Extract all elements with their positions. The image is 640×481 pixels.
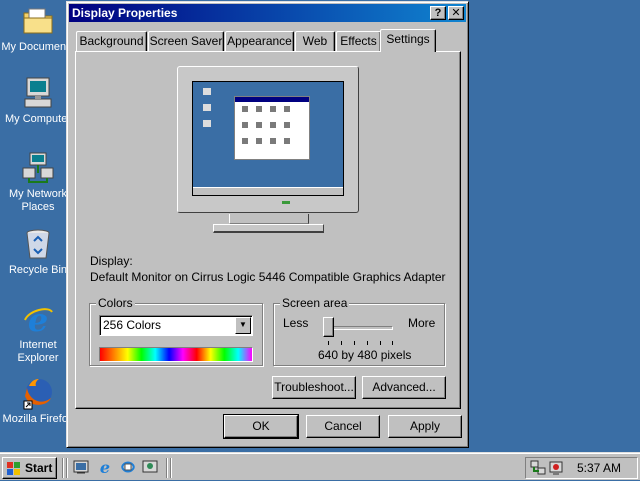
internet-explorer-icon[interactable]: e (97, 458, 113, 477)
monitor-screen (192, 81, 344, 196)
desktop-icon-my-documents[interactable]: My Documents (0, 4, 76, 54)
mini-taskbar (193, 187, 343, 195)
power-led-icon (282, 201, 290, 204)
colors-group: Colors 256 Colors ▼ (89, 296, 263, 366)
screen-area-track (327, 326, 393, 330)
title-bar[interactable]: Display Properties ? ✕ (69, 4, 466, 22)
apply-button[interactable]: Apply (388, 415, 462, 438)
chevron-down-icon[interactable]: ▼ (235, 317, 251, 334)
clock: 5:37 AM (576, 461, 621, 475)
recycle-bin-icon (21, 227, 55, 261)
mini-desktop-icons (203, 88, 211, 127)
tab-background[interactable]: Background (76, 31, 147, 51)
desktop-icon-label: Mozilla Firefox (2, 413, 74, 425)
colors-selected: 256 Colors (103, 318, 162, 332)
desktop-icon-my-computer[interactable]: My Computer (0, 76, 76, 126)
color-spectrum-bar (99, 347, 253, 362)
windows-logo-icon (7, 461, 21, 481)
display-adapter-text: Default Monitor on Cirrus Logic 5446 Com… (90, 270, 446, 284)
ok-button[interactable]: OK (223, 414, 299, 439)
outlook-express-icon[interactable] (120, 459, 136, 475)
advanced-button[interactable]: Advanced... (362, 376, 446, 399)
desktop-icon-mozilla-firefox[interactable]: Mozilla Firefox (0, 376, 76, 426)
desktop-icon-label: My Network Places (8, 188, 68, 213)
desktop-icon-recycle-bin[interactable]: Recycle Bin (0, 227, 76, 277)
tab-screen-saver[interactable]: Screen Saver (148, 31, 224, 51)
svg-text:e: e (100, 459, 110, 475)
media-icon[interactable] (142, 459, 158, 475)
computer-icon (21, 76, 55, 110)
desktop-icon-my-network-places[interactable]: My Network Places (0, 151, 76, 214)
display-settings-tray-icon[interactable] (548, 460, 564, 476)
help-button[interactable]: ? (430, 6, 446, 20)
display-label: Display: (90, 254, 133, 268)
tab-settings[interactable]: Settings (380, 29, 436, 52)
desktop-icon-label: Recycle Bin (8, 264, 68, 276)
screen-area-group: Screen area Less More 640 by 480 pixels (273, 296, 445, 366)
start-label: Start (25, 461, 53, 475)
screen-area-slider[interactable] (323, 317, 334, 337)
tab-appearance[interactable]: Appearance (225, 31, 294, 51)
start-button[interactable]: Start (2, 457, 57, 479)
monitor-base (213, 224, 324, 233)
desktop-icon-label: Internet Explorer (17, 339, 59, 364)
desktop-icon-label: My Documents (1, 41, 75, 53)
screen-area-value: 640 by 480 pixels (318, 348, 412, 362)
monitor-preview (177, 66, 359, 213)
cancel-button[interactable]: Cancel (306, 415, 380, 438)
tab-web[interactable]: Web (295, 31, 335, 51)
folder-documents-icon (21, 4, 55, 38)
window-title: Display Properties (72, 6, 178, 20)
close-button[interactable]: ✕ (448, 6, 464, 20)
colors-dropdown[interactable]: 256 Colors ▼ (99, 315, 253, 336)
screen-area-legend: Screen area (280, 296, 350, 310)
network-status-icon[interactable] (530, 460, 546, 476)
network-places-icon (21, 151, 55, 185)
less-label: Less (283, 316, 309, 330)
more-label: More (408, 316, 436, 330)
firefox-icon (21, 376, 55, 410)
display-properties-window: Display Properties ? ✕ Background Screen… (66, 1, 469, 448)
troubleshoot-button[interactable]: Troubleshoot... (272, 376, 356, 399)
mini-window (234, 96, 310, 160)
show-desktop-icon[interactable] (73, 459, 89, 475)
svg-text:e: e (28, 302, 48, 336)
taskbar: Start e 5:37 AM (0, 452, 640, 480)
desktop-icon-internet-explorer[interactable]: e Internet Explorer (0, 301, 76, 365)
monitor-stand (229, 214, 309, 224)
desktop-icon-label: My Computer (4, 113, 72, 125)
internet-explorer-icon: e (21, 301, 55, 339)
tab-effects[interactable]: Effects (336, 31, 381, 51)
system-tray: 5:37 AM (525, 457, 638, 479)
colors-legend: Colors (96, 296, 135, 310)
